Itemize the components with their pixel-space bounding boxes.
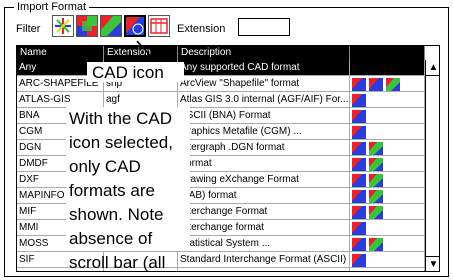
column-header-description[interactable]: Description (178, 46, 350, 60)
format-description-cell: Intergraph .DGN format (178, 140, 350, 156)
format-description-cell: Interchange Format (178, 204, 350, 220)
vector-format-icon (386, 77, 400, 91)
table-formats-icon (150, 18, 168, 34)
vector-format-icon (369, 205, 383, 219)
cad-format-icon (352, 109, 366, 123)
format-description-cell (178, 268, 350, 271)
cad-format-icon (369, 77, 383, 91)
vertical-scrollbar[interactable]: ▲ ▼ (425, 60, 439, 271)
format-description-cell: (TAB) format (178, 188, 350, 204)
format-type-icons (350, 220, 425, 236)
filter-cad-button[interactable] (124, 15, 146, 37)
format-extension-cell: agf (104, 92, 178, 108)
callout-note: With the CAD icon selected, only CAD for… (66, 107, 190, 280)
filter-row: Filter Extension (10, 14, 440, 42)
cad-format-icon (352, 77, 366, 91)
cad-format-icon (352, 205, 366, 219)
cad-format-icon (352, 141, 366, 155)
cad-formats-icon (126, 17, 144, 35)
cad-format-icon (352, 237, 366, 251)
filter-vector-button[interactable] (100, 15, 122, 37)
filter-table-button[interactable] (148, 15, 170, 37)
format-type-icons (350, 188, 425, 204)
format-description-cell: Interchange format (178, 220, 350, 236)
format-type-icons (350, 108, 425, 124)
scroll-up-arrow-icon[interactable]: ▲ (426, 60, 439, 76)
table-row[interactable]: Any Any supported CAD format (17, 60, 425, 76)
format-type-icons (350, 236, 425, 252)
vector-format-icon (369, 141, 383, 155)
filter-raster-button[interactable] (76, 15, 98, 37)
format-description-cell: Format (178, 156, 350, 172)
format-description-cell: ASCII (BNA) Format (178, 108, 350, 124)
table-row[interactable]: ARC-SHAPEFILE shp ArcView "Shapefile" form… (17, 76, 425, 92)
panel-title: Import Format (14, 1, 90, 14)
raster-formats-icon (77, 16, 97, 36)
filter-all-button[interactable] (52, 15, 74, 37)
vector-format-icon (369, 189, 383, 203)
format-description-cell: Statistical System ... (178, 236, 350, 252)
callout-cad-icon: CAD icon (87, 62, 184, 82)
cad-format-icon (352, 189, 366, 203)
format-description-cell: Drawing eXchange Format (178, 172, 350, 188)
format-type-icons (350, 204, 425, 220)
vector-format-icon (369, 173, 383, 187)
scroll-down-arrow-icon[interactable]: ▼ (426, 256, 439, 271)
filter-label: Filter (16, 23, 41, 35)
format-description-cell: Standard Interchange Format (ASCII) (178, 252, 350, 268)
vector-format-icon (369, 237, 383, 251)
table-header: Name Extension Description (17, 46, 425, 60)
format-name-cell: ATLAS-GIS (17, 92, 104, 108)
format-type-icons (350, 268, 425, 271)
cad-format-icon (352, 221, 366, 235)
table-row[interactable]: ATLAS-GIS agf Atlas GIS 3.0 internal (AGF/… (17, 92, 425, 108)
column-header-name[interactable]: Name (17, 46, 104, 60)
format-type-icons (350, 140, 425, 156)
format-description-cell: Graphics Metafile (CGM) ... (178, 124, 350, 140)
column-header-extension[interactable]: Extension (104, 46, 178, 60)
cad-format-icon (352, 157, 366, 171)
format-type-icons (350, 92, 425, 108)
extension-label: Extension (177, 23, 226, 35)
format-type-icons (350, 252, 425, 268)
format-type-icons (350, 60, 425, 76)
vector-format-icon (369, 157, 383, 171)
all-formats-icon (55, 18, 71, 34)
format-type-icons (350, 76, 425, 92)
format-description-cell: ArcView "Shapefile" format (178, 76, 350, 92)
extension-input[interactable] (238, 18, 290, 36)
cad-format-icon (352, 125, 366, 139)
format-type-icons (350, 172, 425, 188)
cad-format-icon (352, 173, 366, 187)
cad-format-icon (352, 253, 366, 267)
format-type-icons (350, 156, 425, 172)
cad-format-icon (352, 93, 366, 107)
column-header-type (350, 46, 425, 60)
format-description-cell: Any supported CAD format (178, 60, 350, 76)
format-description-cell: Atlas GIS 3.0 internal (AGF/AIF) For... (178, 92, 350, 108)
vector-formats-icon (101, 16, 121, 36)
format-type-icons (350, 124, 425, 140)
